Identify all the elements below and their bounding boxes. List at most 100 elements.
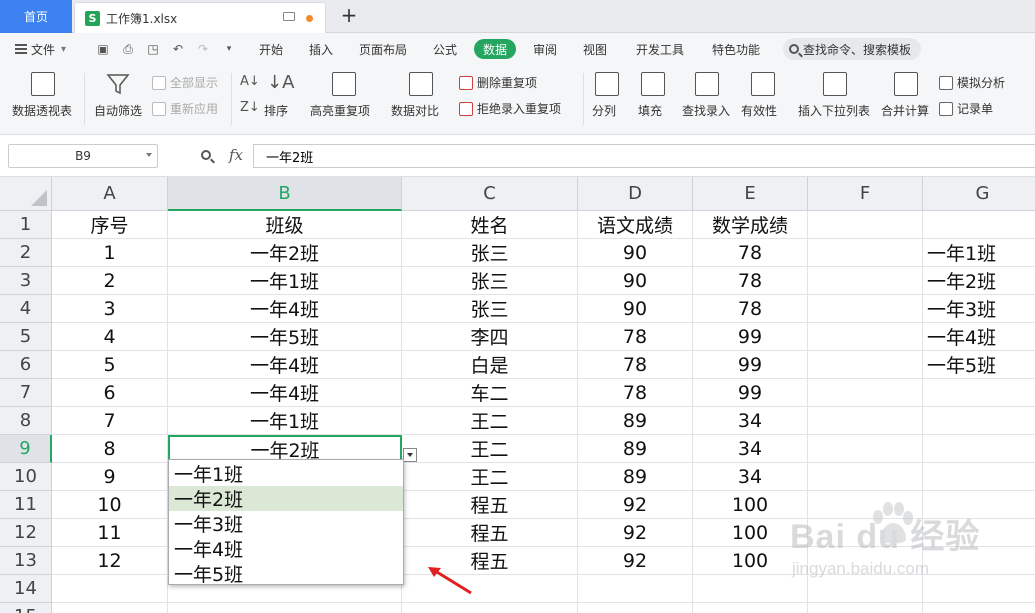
- fill-button[interactable]: 填充: [638, 65, 668, 135]
- table-cell[interactable]: 一年2班: [168, 239, 402, 267]
- pivot-table-button[interactable]: 数据透视表: [12, 65, 74, 135]
- menu-developer[interactable]: 开发工具: [636, 33, 684, 65]
- menu-start[interactable]: 开始: [259, 33, 283, 65]
- formula-input[interactable]: 一年2班: [253, 144, 1035, 168]
- column-header[interactable]: D: [578, 177, 693, 211]
- row-header[interactable]: 12: [0, 519, 52, 547]
- header-cell[interactable]: 数学成绩: [693, 211, 808, 239]
- table-cell[interactable]: [52, 575, 168, 603]
- table-cell[interactable]: 张三: [402, 267, 578, 295]
- table-cell[interactable]: 王二: [402, 463, 578, 491]
- row-header[interactable]: 1: [0, 211, 52, 239]
- table-cell[interactable]: [808, 239, 923, 267]
- table-cell[interactable]: 12: [52, 547, 168, 575]
- table-cell[interactable]: [923, 435, 1035, 463]
- table-cell[interactable]: 一年2班: [923, 267, 1035, 295]
- validation-dropdown[interactable]: 一年1班 一年2班 一年3班 一年4班 一年5班: [168, 459, 404, 586]
- row-header[interactable]: 5: [0, 323, 52, 351]
- menu-page-layout[interactable]: 页面布局: [359, 33, 407, 65]
- split-column-button[interactable]: 分列: [592, 65, 622, 135]
- row-header[interactable]: 11: [0, 491, 52, 519]
- table-cell[interactable]: 一年5班: [923, 351, 1035, 379]
- table-cell[interactable]: 10: [52, 491, 168, 519]
- table-cell[interactable]: [808, 295, 923, 323]
- row-header[interactable]: 6: [0, 351, 52, 379]
- table-cell[interactable]: 90: [578, 239, 693, 267]
- table-cell[interactable]: [693, 603, 808, 613]
- table-cell[interactable]: [402, 603, 578, 613]
- column-header[interactable]: A: [52, 177, 168, 211]
- table-cell[interactable]: [168, 603, 402, 613]
- header-cell[interactable]: [923, 211, 1035, 239]
- new-tab-button[interactable]: +: [338, 3, 360, 27]
- table-cell[interactable]: 78: [578, 351, 693, 379]
- select-all-corner[interactable]: [0, 177, 52, 211]
- table-cell[interactable]: 90: [578, 267, 693, 295]
- reject-duplicates-button[interactable]: 拒绝录入重复项: [459, 100, 561, 117]
- menu-view[interactable]: 视图: [583, 33, 607, 65]
- table-cell[interactable]: 一年1班: [923, 239, 1035, 267]
- table-cell[interactable]: 89: [578, 463, 693, 491]
- table-cell[interactable]: 11: [52, 519, 168, 547]
- table-cell[interactable]: [923, 407, 1035, 435]
- table-cell[interactable]: 99: [693, 323, 808, 351]
- table-cell[interactable]: 王二: [402, 407, 578, 435]
- table-cell[interactable]: 34: [693, 435, 808, 463]
- menu-formula[interactable]: 公式: [433, 33, 457, 65]
- table-cell[interactable]: 3: [52, 295, 168, 323]
- table-cell[interactable]: 6: [52, 379, 168, 407]
- row-header[interactable]: 10: [0, 463, 52, 491]
- sort-descending-button[interactable]: Z↓: [240, 100, 260, 115]
- validity-button[interactable]: 有效性: [741, 65, 781, 135]
- dropdown-option[interactable]: 一年1班: [169, 461, 403, 486]
- sort-button[interactable]: ↓A 排序: [264, 65, 294, 135]
- show-all-button[interactable]: 全部显示: [152, 74, 218, 91]
- column-header[interactable]: E: [693, 177, 808, 211]
- header-cell[interactable]: 姓名: [402, 211, 578, 239]
- table-cell[interactable]: [808, 435, 923, 463]
- home-tab[interactable]: 首页: [0, 0, 72, 33]
- table-cell[interactable]: 李四: [402, 323, 578, 351]
- table-cell[interactable]: 34: [693, 463, 808, 491]
- table-cell[interactable]: [923, 463, 1035, 491]
- dropdown-option[interactable]: 一年2班: [169, 486, 403, 511]
- table-cell[interactable]: 车二: [402, 379, 578, 407]
- column-header[interactable]: C: [402, 177, 578, 211]
- table-cell[interactable]: 一年4班: [168, 379, 402, 407]
- table-cell[interactable]: 一年3班: [923, 295, 1035, 323]
- insert-dropdown-list-button[interactable]: 插入下拉列表: [798, 65, 872, 135]
- table-cell[interactable]: 92: [578, 547, 693, 575]
- table-cell[interactable]: 一年5班: [168, 323, 402, 351]
- table-cell[interactable]: [923, 379, 1035, 407]
- header-cell[interactable]: 语文成绩: [578, 211, 693, 239]
- consolidate-button[interactable]: 合并计算: [881, 65, 931, 135]
- document-tab[interactable]: S 工作簿1.xlsx: [74, 2, 326, 33]
- table-cell[interactable]: 张三: [402, 295, 578, 323]
- menu-special[interactable]: 特色功能: [712, 33, 760, 65]
- row-header[interactable]: 4: [0, 295, 52, 323]
- column-header[interactable]: F: [808, 177, 923, 211]
- menu-review[interactable]: 审阅: [533, 33, 557, 65]
- table-cell[interactable]: [578, 575, 693, 603]
- table-cell[interactable]: 34: [693, 407, 808, 435]
- dropdown-option[interactable]: 一年4班: [169, 536, 403, 561]
- table-cell[interactable]: 4: [52, 323, 168, 351]
- print-icon[interactable]: ⎙: [121, 42, 135, 56]
- header-cell[interactable]: 班级: [168, 211, 402, 239]
- table-cell[interactable]: [808, 463, 923, 491]
- row-header[interactable]: 14: [0, 575, 52, 603]
- table-cell[interactable]: [808, 323, 923, 351]
- row-header[interactable]: 7: [0, 379, 52, 407]
- header-cell[interactable]: 序号: [52, 211, 168, 239]
- table-cell[interactable]: [923, 603, 1035, 613]
- highlight-duplicates-button[interactable]: 高亮重复项: [310, 65, 380, 135]
- table-cell[interactable]: 78: [693, 239, 808, 267]
- table-cell[interactable]: 王二: [402, 435, 578, 463]
- remove-duplicates-button[interactable]: 删除重复项: [459, 74, 537, 91]
- row-header[interactable]: 3: [0, 267, 52, 295]
- column-header[interactable]: B: [168, 177, 402, 211]
- table-cell[interactable]: 一年4班: [923, 323, 1035, 351]
- row-header[interactable]: 8: [0, 407, 52, 435]
- table-cell[interactable]: 一年4班: [168, 295, 402, 323]
- record-sheet-button[interactable]: 记录单: [939, 100, 993, 117]
